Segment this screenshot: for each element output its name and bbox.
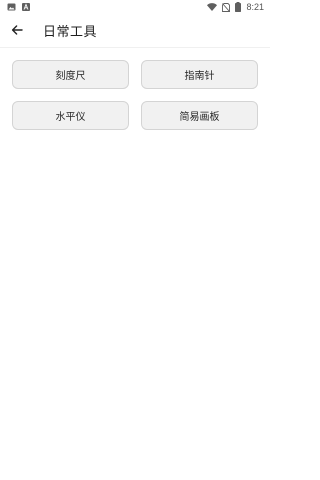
back-button[interactable] bbox=[0, 14, 34, 48]
status-left bbox=[7, 3, 30, 11]
arrow-left-icon bbox=[11, 21, 23, 40]
image-icon bbox=[7, 3, 16, 11]
status-bar: 8:21 bbox=[0, 0, 270, 14]
battery-icon bbox=[235, 2, 242, 12]
tools-grid: 刻度尺 指南针 水平仪 简易画板 bbox=[12, 60, 258, 130]
wifi-icon bbox=[207, 3, 218, 11]
sketchpad-button[interactable]: 简易画板 bbox=[141, 101, 258, 130]
status-time: 8:21 bbox=[246, 2, 264, 12]
app-bar: 日常工具 bbox=[0, 14, 270, 48]
ruler-button[interactable]: 刻度尺 bbox=[12, 60, 129, 89]
level-button[interactable]: 水平仪 bbox=[12, 101, 129, 130]
status-right: 8:21 bbox=[207, 2, 264, 12]
compass-button[interactable]: 指南针 bbox=[141, 60, 258, 89]
page-title: 日常工具 bbox=[43, 25, 98, 40]
a-badge-icon bbox=[22, 3, 30, 11]
no-sim-icon bbox=[222, 2, 231, 12]
